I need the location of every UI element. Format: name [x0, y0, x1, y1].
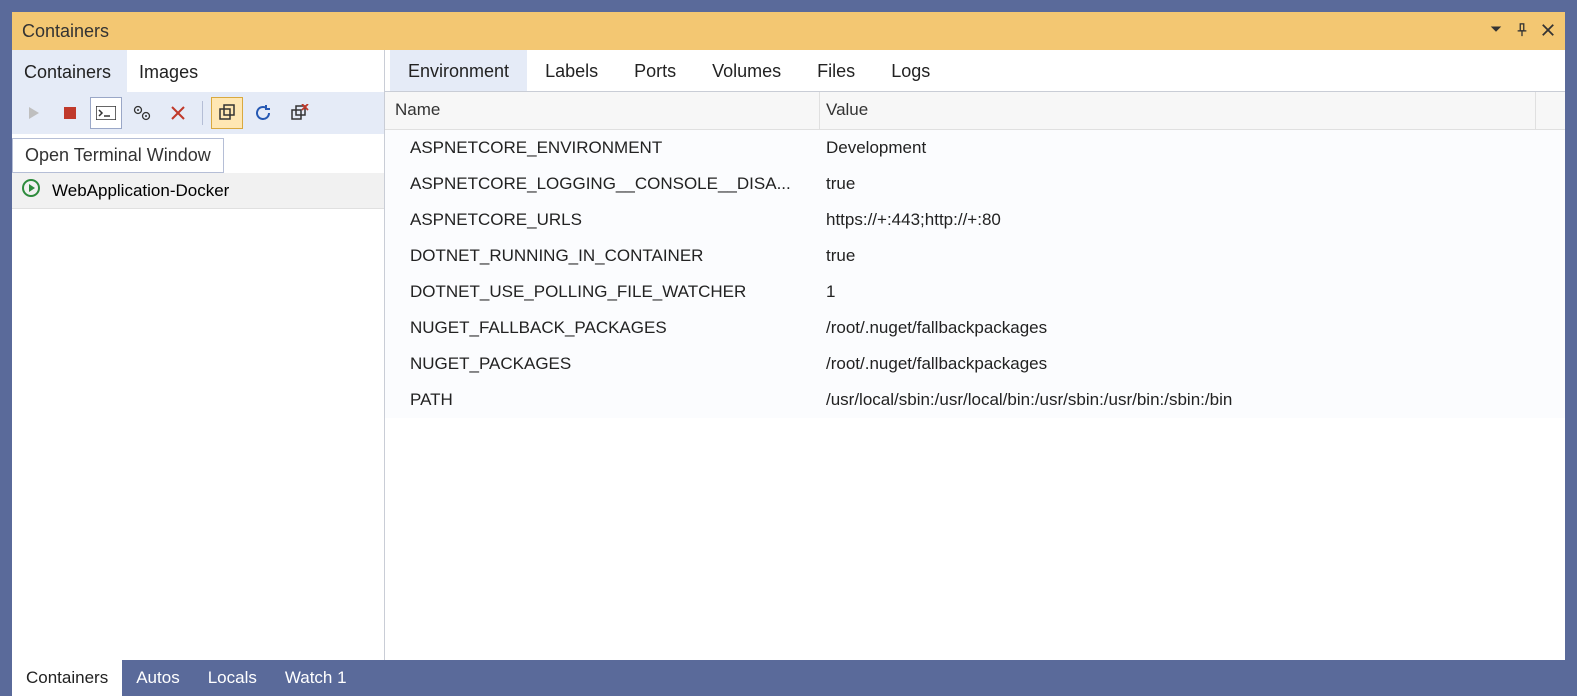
- env-value: 1: [820, 274, 1565, 310]
- grid-row[interactable]: DOTNET_RUNNING_IN_CONTAINERtrue: [385, 238, 1565, 274]
- tab-volumes[interactable]: Volumes: [694, 50, 799, 91]
- tab-images[interactable]: Images: [127, 50, 214, 92]
- bottom-tab-containers[interactable]: Containers: [12, 660, 122, 696]
- env-name: NUGET_PACKAGES: [385, 346, 820, 382]
- containers-panel: Containers Containers Images: [12, 12, 1565, 696]
- prune-button[interactable]: [283, 97, 315, 129]
- refresh-button[interactable]: [247, 97, 279, 129]
- grid-row[interactable]: ASPNETCORE_LOGGING__CONSOLE__DISA...true: [385, 166, 1565, 202]
- grid-row[interactable]: DOTNET_USE_POLLING_FILE_WATCHER1: [385, 274, 1565, 310]
- env-value: true: [820, 238, 1565, 274]
- panel-title: Containers: [22, 21, 1489, 42]
- env-name: DOTNET_RUNNING_IN_CONTAINER: [385, 238, 820, 274]
- stop-button[interactable]: [54, 97, 86, 129]
- right-pane: Environment Labels Ports Volumes Files L…: [385, 50, 1565, 660]
- grid-row[interactable]: NUGET_FALLBACK_PACKAGES/root/.nuget/fall…: [385, 310, 1565, 346]
- tab-environment[interactable]: Environment: [390, 50, 527, 91]
- tab-containers[interactable]: Containers: [12, 50, 127, 92]
- left-pane: Containers Images: [12, 50, 385, 660]
- pin-icon[interactable]: [1515, 21, 1529, 42]
- column-value-header[interactable]: Value: [820, 92, 1565, 129]
- env-value: https://+:443;http://+:80: [820, 202, 1565, 238]
- terminal-button[interactable]: [90, 97, 122, 129]
- env-value: /usr/local/sbin:/usr/local/bin:/usr/sbin…: [820, 382, 1565, 418]
- environment-grid: Name Value ASPNETCORE_ENVIRONMENTDevelop…: [385, 92, 1565, 660]
- env-name: ASPNETCORE_LOGGING__CONSOLE__DISA...: [385, 166, 820, 202]
- left-toolbar: [12, 92, 384, 134]
- attach-debugger-button[interactable]: [126, 97, 158, 129]
- toolbar-separator: [202, 101, 203, 125]
- env-value: /root/.nuget/fallbackpackages: [820, 346, 1565, 382]
- close-icon[interactable]: [1541, 21, 1555, 42]
- panel-body: Containers Images: [12, 50, 1565, 660]
- env-value: Development: [820, 130, 1565, 166]
- tab-labels[interactable]: Labels: [527, 50, 616, 91]
- env-name: ASPNETCORE_ENVIRONMENT: [385, 130, 820, 166]
- right-tabs: Environment Labels Ports Volumes Files L…: [385, 50, 1565, 92]
- window-position-icon[interactable]: [1489, 21, 1503, 42]
- titlebar: Containers: [12, 12, 1565, 50]
- bottom-tab-autos[interactable]: Autos: [122, 660, 193, 696]
- tab-ports[interactable]: Ports: [616, 50, 694, 91]
- tab-files[interactable]: Files: [799, 50, 873, 91]
- container-name: WebApplication-Docker: [52, 181, 229, 201]
- running-icon: [22, 179, 40, 202]
- grid-row[interactable]: PATH/usr/local/sbin:/usr/local/bin:/usr/…: [385, 382, 1565, 418]
- start-button[interactable]: [18, 97, 50, 129]
- titlebar-controls: [1489, 21, 1555, 42]
- grid-row[interactable]: ASPNETCORE_ENVIRONMENTDevelopment: [385, 130, 1565, 166]
- grid-row[interactable]: ASPNETCORE_URLShttps://+:443;http://+:80: [385, 202, 1565, 238]
- bottom-tabs: Containers Autos Locals Watch 1: [12, 660, 1565, 696]
- env-value: /root/.nuget/fallbackpackages: [820, 310, 1565, 346]
- show-compose-button[interactable]: [211, 97, 243, 129]
- tab-logs[interactable]: Logs: [873, 50, 948, 91]
- env-name: DOTNET_USE_POLLING_FILE_WATCHER: [385, 274, 820, 310]
- env-name: NUGET_FALLBACK_PACKAGES: [385, 310, 820, 346]
- container-row[interactable]: WebApplication-Docker: [12, 173, 384, 209]
- env-value: true: [820, 166, 1565, 202]
- grid-row[interactable]: NUGET_PACKAGES/root/.nuget/fallbackpacka…: [385, 346, 1565, 382]
- tooltip: Open Terminal Window: [12, 138, 224, 173]
- column-name-header[interactable]: Name: [385, 92, 820, 129]
- env-name: PATH: [385, 382, 820, 418]
- left-tabs: Containers Images: [12, 50, 384, 92]
- grid-header: Name Value: [385, 92, 1565, 130]
- scroll-stub: [1535, 92, 1565, 130]
- container-list: WebApplication-Docker: [12, 173, 384, 660]
- remove-button[interactable]: [162, 97, 194, 129]
- bottom-tab-watch1[interactable]: Watch 1: [271, 660, 361, 696]
- bottom-tab-locals[interactable]: Locals: [194, 660, 271, 696]
- env-name: ASPNETCORE_URLS: [385, 202, 820, 238]
